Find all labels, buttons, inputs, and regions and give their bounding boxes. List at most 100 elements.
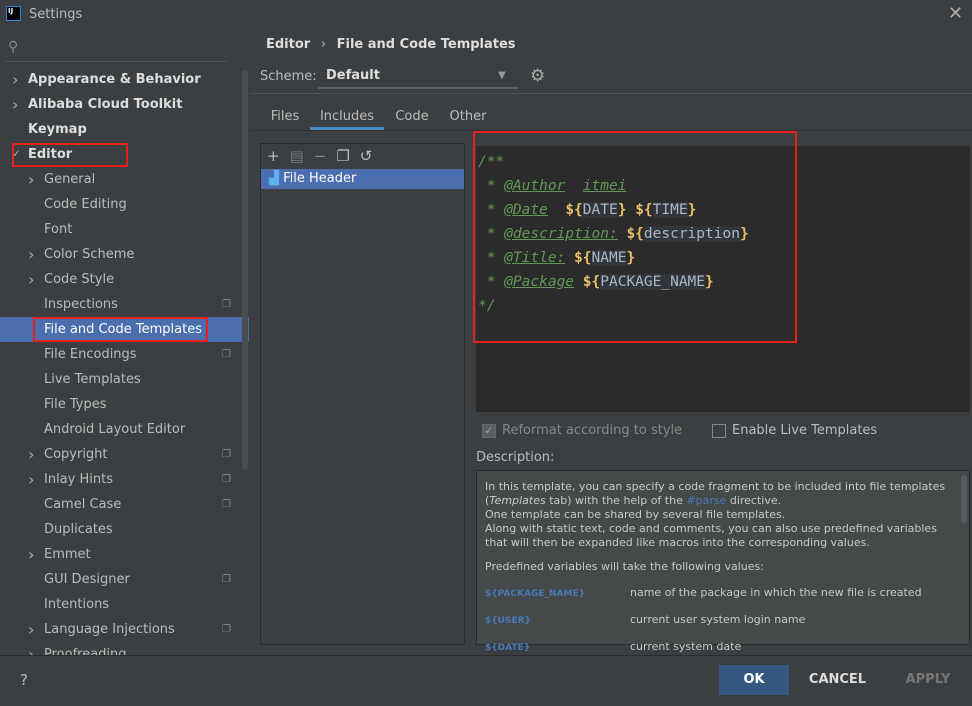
chevron-right-icon[interactable]: › [28, 167, 34, 192]
project-scope-icon: ❐ [222, 449, 231, 460]
sidebar-item-label: File Types [44, 397, 107, 412]
sidebar-item-code-style[interactable]: › Code Style [0, 267, 249, 292]
sidebar-item-label: Code Editing [44, 197, 127, 212]
sidebar-item-inlay-hints[interactable]: › Inlay Hints ❐ [0, 467, 249, 492]
sidebar-item-file-encodings[interactable]: File Encodings ❐ [0, 342, 249, 367]
settings-search-input[interactable]: ⚲ [6, 37, 226, 62]
project-scope-icon: ❐ [222, 499, 231, 510]
project-scope-icon: ❐ [222, 349, 231, 360]
chevron-right-icon[interactable]: › [12, 67, 18, 92]
sidebar-item-live-templates[interactable]: Live Templates [0, 367, 249, 392]
sidebar-item-label: Proofreading [44, 647, 127, 655]
chevron-right-icon[interactable]: › [28, 617, 34, 642]
chevron-right-icon[interactable]: › [28, 467, 34, 492]
ok-button[interactable]: OK [719, 665, 789, 695]
variable-description: current user system login name [630, 613, 806, 626]
copy-icon[interactable]: ❐ [336, 147, 359, 165]
sidebar-item-label: GUI Designer [44, 572, 130, 587]
description-scrollbar[interactable] [961, 475, 967, 523]
sidebar-item-inspections[interactable]: Inspections ❐ [0, 292, 249, 317]
description-paragraph: In this template, you can specify a code… [485, 480, 946, 507]
gear-icon[interactable]: ⚙ [530, 66, 545, 86]
sidebar-item-duplicates[interactable]: Duplicates [0, 517, 249, 542]
tab-files[interactable]: Files [262, 104, 308, 130]
sidebar-item-appearance-behavior[interactable]: › Appearance & Behavior [0, 67, 249, 92]
sidebar-item-label: Color Scheme [44, 247, 135, 262]
cancel-button[interactable]: CANCEL [800, 665, 875, 695]
scheme-dropdown[interactable]: Default ▼ [318, 64, 518, 89]
title-bar: IJ Settings ✕ [0, 0, 972, 30]
sidebar-item-file-types[interactable]: File Types [0, 392, 249, 417]
sidebar-item-emmet[interactable]: › Emmet [0, 542, 249, 567]
sidebar-item-copyright[interactable]: › Copyright ❐ [0, 442, 249, 467]
live-templates-label: Enable Live Templates [732, 423, 878, 438]
close-icon[interactable]: ✕ [948, 3, 963, 24]
add-icon[interactable]: + [267, 147, 290, 165]
variable-row: ${DATE} current system date [485, 640, 961, 655]
breadcrumb-parent[interactable]: Editor [266, 37, 310, 52]
chevron-down-icon: ▼ [498, 70, 506, 81]
sidebar-item-proofreading[interactable]: › Proofreading [0, 642, 249, 655]
highlight-editor [12, 143, 128, 167]
sidebar-item-font[interactable]: Font [0, 217, 249, 242]
file-template-icon: ▟ [269, 171, 279, 186]
sidebar-item-label: Duplicates [44, 522, 113, 537]
scheme-value: Default [326, 68, 380, 83]
sidebar-item-label: Appearance & Behavior [28, 72, 201, 87]
sidebar-scrollbar[interactable] [242, 70, 248, 470]
live-templates-checkbox[interactable] [712, 424, 726, 438]
project-scope-icon: ❐ [222, 474, 231, 485]
sidebar-item-camel-case[interactable]: Camel Case ❐ [0, 492, 249, 517]
reformat-checkbox[interactable]: ✓ [482, 424, 496, 438]
description-panel: In this template, you can specify a code… [476, 470, 970, 653]
breadcrumb-current: File and Code Templates [336, 37, 516, 52]
variable-name: ${DATE} [485, 643, 531, 653]
sidebar-item-intentions[interactable]: Intentions [0, 592, 249, 617]
sidebar-item-keymap[interactable]: Keymap [0, 117, 249, 142]
sidebar-item-android-layout-editor[interactable]: Android Layout Editor [0, 417, 249, 442]
chevron-right-icon[interactable]: › [28, 267, 34, 292]
variable-name: ${PACKAGE_NAME} [485, 589, 585, 599]
help-button[interactable]: ? [20, 671, 28, 689]
variable-row: ${USER} current user system login name [485, 613, 961, 628]
sidebar-item-gui-designer[interactable]: GUI Designer ❐ [0, 567, 249, 592]
breadcrumb-separator: › [320, 37, 327, 52]
tab-code[interactable]: Code [384, 104, 440, 130]
add-child-icon[interactable]: ▤ [290, 147, 314, 165]
window-title: Settings [29, 7, 83, 22]
highlight-file-templates [33, 317, 208, 342]
sidebar-item-label: Inspections [44, 297, 118, 312]
sidebar-item-label: Alibaba Cloud Toolkit [28, 97, 183, 112]
sidebar-item-alibaba-cloud-toolkit[interactable]: › Alibaba Cloud Toolkit [0, 92, 249, 117]
sidebar-item-label: Keymap [28, 122, 87, 137]
sidebar-item-label: Copyright [44, 447, 108, 462]
chevron-right-icon[interactable]: › [28, 642, 34, 655]
breadcrumb: Editor › File and Code Templates [266, 37, 516, 52]
scheme-label: Scheme: [260, 69, 317, 84]
list-item[interactable]: ▟ File Header [261, 169, 464, 189]
sidebar-item-label: General [44, 172, 96, 187]
list-toolbar: +▤−❐↺ [261, 144, 464, 169]
sidebar-item-label: Font [44, 222, 73, 237]
tab-other[interactable]: Other [440, 104, 496, 130]
highlight-editor-content [473, 131, 797, 343]
sidebar-item-label: Inlay Hints [44, 472, 113, 487]
sidebar-item-language-injections[interactable]: › Language Injections ❐ [0, 617, 249, 642]
sidebar-item-code-editing[interactable]: Code Editing [0, 192, 249, 217]
sidebar-item-label: Intentions [44, 597, 110, 612]
tab-includes[interactable]: Includes [310, 104, 384, 130]
sidebar-item-color-scheme[interactable]: › Color Scheme [0, 242, 249, 267]
chevron-right-icon[interactable]: › [12, 92, 18, 117]
chevron-right-icon[interactable]: › [28, 442, 34, 467]
variable-row: ${PACKAGE_NAME} name of the package in wh… [485, 586, 961, 601]
sidebar-item-general[interactable]: › General [0, 167, 249, 192]
chevron-right-icon[interactable]: › [28, 242, 34, 267]
reset-icon[interactable]: ↺ [360, 147, 383, 165]
project-scope-icon: ❐ [222, 574, 231, 585]
sidebar-item-label: Code Style [44, 272, 115, 287]
apply-button[interactable]: APPLY [893, 665, 963, 695]
project-scope-icon: ❐ [222, 299, 231, 310]
chevron-right-icon[interactable]: › [28, 542, 34, 567]
sidebar-item-label: Android Layout Editor [44, 422, 186, 437]
remove-icon[interactable]: − [314, 147, 337, 165]
